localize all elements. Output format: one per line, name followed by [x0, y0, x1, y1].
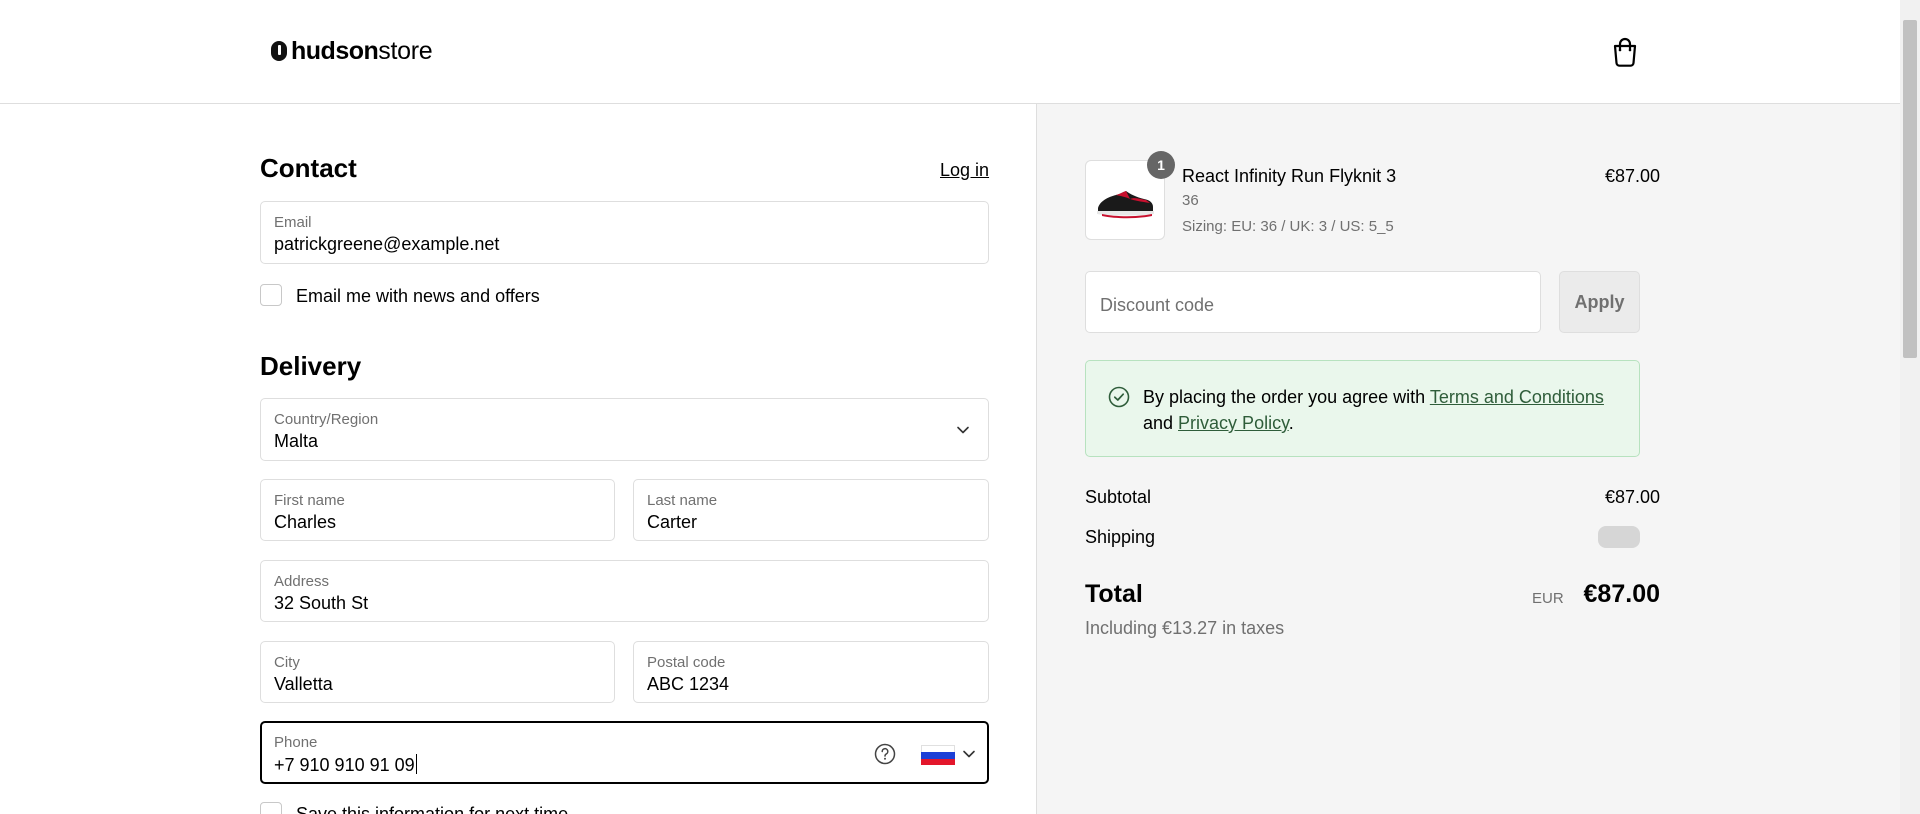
notice-text-after: . [1288, 413, 1294, 433]
last-name-label: Last name [647, 492, 718, 509]
discount-code-input[interactable]: Discount code [1085, 271, 1541, 333]
total-value: €87.00 [1583, 580, 1660, 608]
quantity-badge: 1 [1147, 151, 1175, 179]
question-circle-icon[interactable] [874, 743, 896, 765]
subtotal-value: €87.00 [1604, 487, 1660, 507]
terms-notice-text: By placing the order you agree with Term… [1143, 384, 1613, 436]
subtotal-label: Subtotal [1085, 487, 1152, 507]
city-value: Valletta [274, 674, 333, 694]
terms-link[interactable]: Terms and Conditions [1430, 387, 1604, 407]
last-name-value: Carter [647, 512, 698, 532]
country-select-label: Country/Region [274, 411, 379, 428]
product-name: React Infinity Run Flyknit 3 [1182, 166, 1397, 186]
newsletter-checkbox[interactable] [260, 284, 282, 306]
country-select[interactable]: Country/Region Malta [260, 398, 989, 461]
check-circle-icon [1108, 386, 1130, 408]
site-header: hudson store [0, 0, 1900, 104]
email-field-label: Email [274, 214, 312, 231]
city-field[interactable]: City Valletta [260, 641, 615, 703]
first-name-value: Charles [274, 512, 337, 532]
first-name-label: First name [274, 492, 345, 509]
logo-mark-icon [271, 41, 287, 61]
newsletter-label: Email me with news and offers [296, 286, 540, 306]
country-select-value: Malta [274, 431, 319, 451]
apply-discount-button[interactable]: Apply [1559, 271, 1640, 333]
phone-value-wrap: +7 910 910 91 09 [274, 754, 418, 776]
discount-code-placeholder: Discount code [1100, 295, 1215, 315]
address-value: 32 South St [274, 593, 369, 613]
order-summary-panel [1036, 104, 1900, 814]
text-caret [415, 754, 418, 774]
last-name-field[interactable]: Last name Carter [633, 479, 989, 541]
save-info-label: Save this information for next time [296, 804, 569, 814]
delivery-heading: Delivery [260, 351, 362, 381]
notice-text-middle: and [1143, 413, 1179, 433]
total-currency: EUR [1532, 590, 1564, 607]
store-logo[interactable]: hudson store [271, 36, 433, 65]
address-field[interactable]: Address 32 South St [260, 560, 989, 622]
phone-field[interactable]: Phone +7 910 910 91 09 [260, 721, 989, 784]
email-field-value: patrickgreene@example.net [274, 234, 500, 254]
postal-code-label: Postal code [647, 654, 726, 671]
privacy-link[interactable]: Privacy Policy [1178, 413, 1289, 433]
logo-text-light: store [378, 36, 433, 65]
product-price: €87.00 [1604, 166, 1660, 186]
scrollbar-thumb[interactable] [1903, 20, 1917, 358]
flag-stripe-white [921, 745, 955, 753]
phone-value: +7 910 910 91 09 [274, 755, 415, 775]
notice-text-before: By placing the order you agree with [1143, 387, 1430, 407]
postal-code-field[interactable]: Postal code ABC 1234 [633, 641, 989, 703]
flag-stripe-red [921, 758, 955, 765]
terms-notice: By placing the order you agree with Term… [1085, 360, 1640, 457]
shopping-bag-icon[interactable] [1610, 36, 1640, 68]
product-size: 36 [1182, 192, 1199, 209]
shipping-label: Shipping [1085, 527, 1156, 547]
page-scrollbar[interactable] [1900, 0, 1920, 814]
email-field[interactable]: Email patrickgreene@example.net [260, 201, 989, 264]
russia-flag-icon[interactable] [921, 745, 955, 765]
address-label: Address [274, 573, 330, 590]
postal-code-value: ABC 1234 [647, 674, 730, 694]
city-label: City [274, 654, 300, 671]
shipping-loading-placeholder [1598, 526, 1640, 548]
logo-text-bold: hudson [291, 36, 379, 65]
login-link[interactable]: Log in [940, 160, 989, 181]
total-label: Total [1085, 580, 1143, 608]
chevron-down-icon [956, 423, 970, 437]
chevron-down-icon[interactable] [962, 747, 976, 761]
product-sizing: Sizing: EU: 36 / UK: 3 / US: 5_5 [1182, 218, 1394, 235]
phone-label: Phone [274, 734, 318, 751]
taxes-note: Including €13.27 in taxes [1085, 618, 1285, 638]
contact-heading: Contact [260, 153, 357, 183]
product-thumbnail: 1 [1085, 151, 1175, 240]
first-name-field[interactable]: First name Charles [260, 479, 615, 541]
save-info-checkbox[interactable] [260, 802, 282, 814]
